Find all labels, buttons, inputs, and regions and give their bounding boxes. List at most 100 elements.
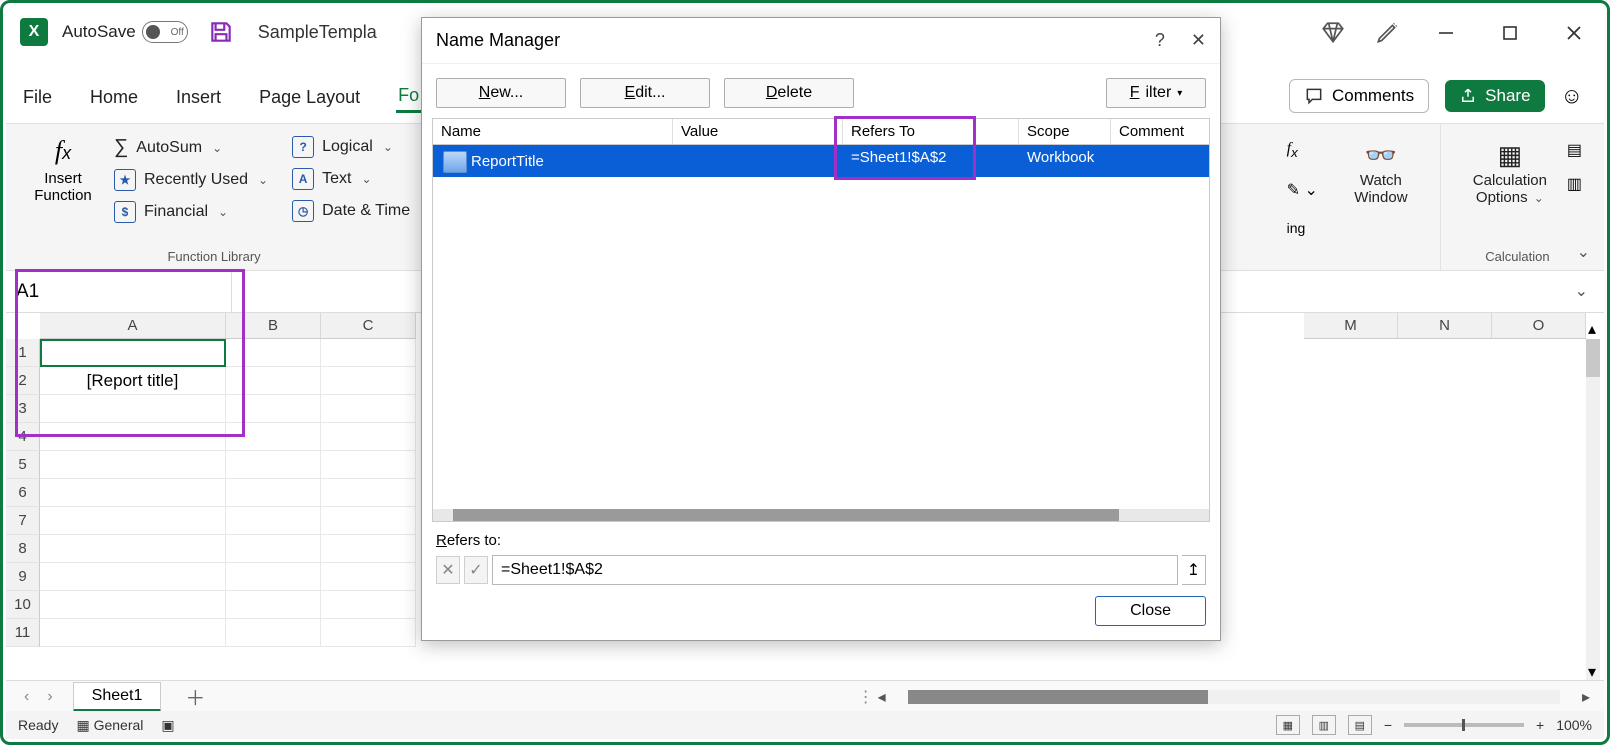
cell[interactable] — [321, 423, 416, 451]
col-header-N[interactable]: N — [1398, 313, 1492, 339]
comments-button[interactable]: Comments — [1289, 79, 1429, 113]
calc-sheet-icon[interactable]: ▥ — [1567, 174, 1582, 194]
close-button[interactable]: Close — [1095, 596, 1206, 626]
diamond-icon[interactable] — [1320, 20, 1346, 46]
row-header[interactable]: 11 — [6, 619, 40, 647]
cell[interactable] — [40, 563, 226, 591]
cell[interactable] — [321, 619, 416, 647]
new-button[interactable]: New... — [436, 78, 566, 108]
cell[interactable] — [226, 591, 321, 619]
sheet-next-icon[interactable]: › — [47, 688, 52, 706]
add-sheet-button[interactable]: ＋ — [185, 682, 205, 711]
cell[interactable] — [226, 479, 321, 507]
pen-icon[interactable] — [1374, 20, 1400, 46]
name-row-selected[interactable]: ReportTitle =Sheet1!$A$2 Workbook — [433, 145, 1209, 177]
col-header-O[interactable]: O — [1492, 313, 1586, 339]
autosave-toggle[interactable]: Off — [142, 21, 188, 43]
feedback-icon[interactable]: ☺ — [1561, 83, 1583, 109]
view-break-icon[interactable]: ▤ — [1348, 715, 1372, 735]
col-header-C[interactable]: C — [321, 313, 416, 339]
refers-to-accept-icon[interactable]: ✓ — [464, 556, 488, 584]
row-header[interactable]: 9 — [6, 563, 40, 591]
formula-bar-expand-icon[interactable]: ⌄ — [1575, 281, 1588, 301]
refers-to-label: Refers to: — [422, 522, 1220, 549]
tab-page-layout[interactable]: Page Layout — [257, 83, 362, 112]
cell[interactable] — [40, 507, 226, 535]
dialog-help-icon[interactable]: ? — [1155, 30, 1165, 51]
row-header[interactable]: 7 — [6, 507, 40, 535]
cell[interactable] — [226, 563, 321, 591]
filter-button[interactable]: Filter▾ — [1106, 78, 1206, 108]
logical-button[interactable]: ?Logical⌄ — [292, 136, 410, 158]
cell[interactable] — [40, 619, 226, 647]
trace-icon[interactable]: ✎ ⌄ — [1287, 180, 1318, 200]
cell[interactable] — [321, 535, 416, 563]
horizontal-scrollbar[interactable] — [908, 690, 1560, 704]
row-header[interactable]: 10 — [6, 591, 40, 619]
cell[interactable] — [226, 619, 321, 647]
calc-now-icon[interactable]: ▤ — [1567, 140, 1582, 160]
cell[interactable] — [321, 451, 416, 479]
app-close-button[interactable] — [1556, 18, 1592, 48]
tab-formulas[interactable]: Fo — [396, 81, 421, 113]
fx-small-icon[interactable]: fx — [1287, 140, 1318, 160]
cell[interactable] — [226, 535, 321, 563]
tab-file[interactable]: File — [21, 83, 54, 112]
recently-used-button[interactable]: ★Recently Used⌄ — [114, 169, 268, 191]
row-header[interactable]: 8 — [6, 535, 40, 563]
refers-to-cancel-icon[interactable]: ✕ — [436, 556, 460, 584]
col-scope-header[interactable]: Scope — [1019, 119, 1111, 144]
collapse-ribbon-icon[interactable]: ⌄ — [1577, 242, 1590, 262]
col-value-header[interactable]: Value — [673, 119, 843, 144]
maximize-button[interactable] — [1492, 18, 1528, 48]
sheet-prev-icon[interactable]: ‹ — [24, 688, 29, 706]
autosave-label: AutoSave — [62, 22, 136, 42]
status-macro-icon[interactable]: ▣ — [161, 717, 174, 734]
zoom-slider[interactable] — [1404, 723, 1524, 727]
delete-button[interactable]: Delete — [724, 78, 854, 108]
col-comment-header[interactable]: Comment — [1111, 119, 1209, 144]
minimize-button[interactable] — [1428, 18, 1464, 48]
document-title: SampleTempla — [258, 22, 377, 43]
sheet-tab-sheet1[interactable]: Sheet1 — [73, 682, 162, 712]
tab-insert[interactable]: Insert — [174, 83, 223, 112]
vertical-scrollbar[interactable]: ▴▾ — [1586, 339, 1600, 680]
cell[interactable] — [40, 479, 226, 507]
save-icon[interactable] — [208, 19, 234, 45]
hscroll-left-icon[interactable]: ◂ — [874, 687, 890, 707]
date-time-button[interactable]: ◷Date & Time — [292, 200, 410, 222]
refers-to-input[interactable]: =Sheet1!$A$2 — [492, 555, 1178, 585]
cell[interactable] — [321, 395, 416, 423]
cell[interactable] — [40, 591, 226, 619]
tab-home[interactable]: Home — [88, 83, 140, 112]
cell[interactable] — [321, 367, 416, 395]
cell[interactable] — [321, 563, 416, 591]
row-header[interactable]: 5 — [6, 451, 40, 479]
cell[interactable] — [321, 591, 416, 619]
dialog-close-icon[interactable]: ✕ — [1191, 30, 1206, 51]
view-normal-icon[interactable]: ▦ — [1276, 715, 1300, 735]
dialog-hscrollbar[interactable] — [433, 509, 1209, 521]
zoom-out-icon[interactable]: − — [1384, 717, 1392, 733]
cell[interactable] — [226, 507, 321, 535]
share-button[interactable]: Share — [1445, 80, 1544, 112]
range-picker-icon[interactable]: ↥ — [1182, 555, 1206, 585]
watch-window-button[interactable]: 👓 Watch Window — [1334, 130, 1428, 270]
autosum-button[interactable]: ∑AutoSum⌄ — [114, 136, 268, 159]
hscroll-right-icon[interactable]: ▸ — [1578, 687, 1594, 707]
cell[interactable] — [40, 451, 226, 479]
col-header-M[interactable]: M — [1304, 313, 1398, 339]
zoom-in-icon[interactable]: + — [1536, 717, 1544, 733]
cell[interactable] — [226, 451, 321, 479]
view-page-icon[interactable]: ▥ — [1312, 715, 1336, 735]
row-header[interactable]: 6 — [6, 479, 40, 507]
edit-button[interactable]: Edit... — [580, 78, 710, 108]
col-name-header[interactable]: Name — [433, 119, 673, 144]
text-button[interactable]: AText⌄ — [292, 168, 410, 190]
sheet-options-icon[interactable]: ⋮ — [858, 687, 874, 707]
cell[interactable] — [321, 339, 416, 367]
financial-button[interactable]: $Financial⌄ — [114, 201, 268, 223]
cell[interactable] — [321, 479, 416, 507]
cell[interactable] — [321, 507, 416, 535]
cell[interactable] — [40, 535, 226, 563]
